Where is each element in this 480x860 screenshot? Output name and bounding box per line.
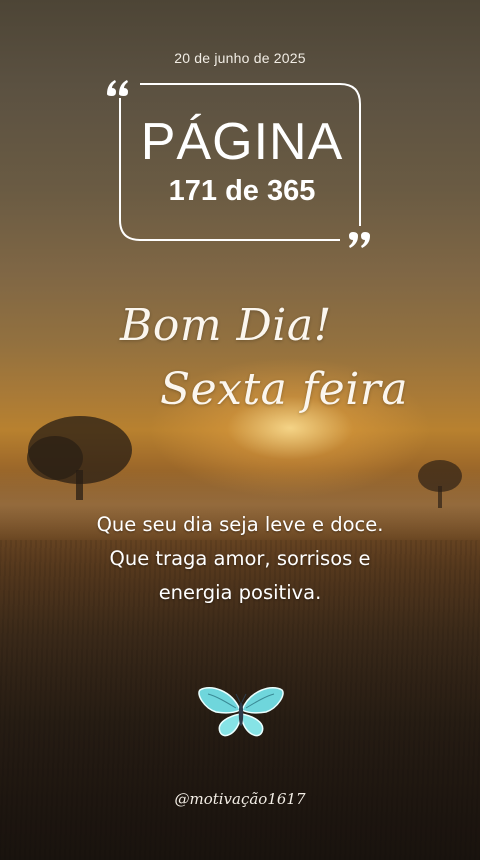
message-line: energia positiva. (158, 581, 322, 604)
tree-left-silhouette (27, 416, 132, 500)
greeting-good-morning: Bom Dia! (120, 300, 332, 351)
quote-close-icon (349, 232, 370, 248)
author-handle: @motivação1617 (174, 790, 306, 808)
page-title: PÁGINA (140, 113, 344, 171)
message-line: Que traga amor, sorrisos e (109, 547, 371, 570)
motivation-card: 20 de junho de 2025 PÁGINA 171 de 365 Bo… (0, 0, 480, 860)
quote-open-icon (107, 80, 128, 96)
butterfly-icon (198, 687, 284, 737)
message-line: Que seu dia seja leve e doce. (96, 513, 384, 536)
date-label: 20 de junho de 2025 (174, 50, 306, 66)
tree-right-silhouette (418, 460, 462, 508)
message-block: Que seu dia seja leve e doce. Que traga … (40, 508, 440, 610)
greeting-weekday: Sexta feira (160, 364, 409, 415)
page-counter: 171 de 365 (168, 175, 316, 207)
